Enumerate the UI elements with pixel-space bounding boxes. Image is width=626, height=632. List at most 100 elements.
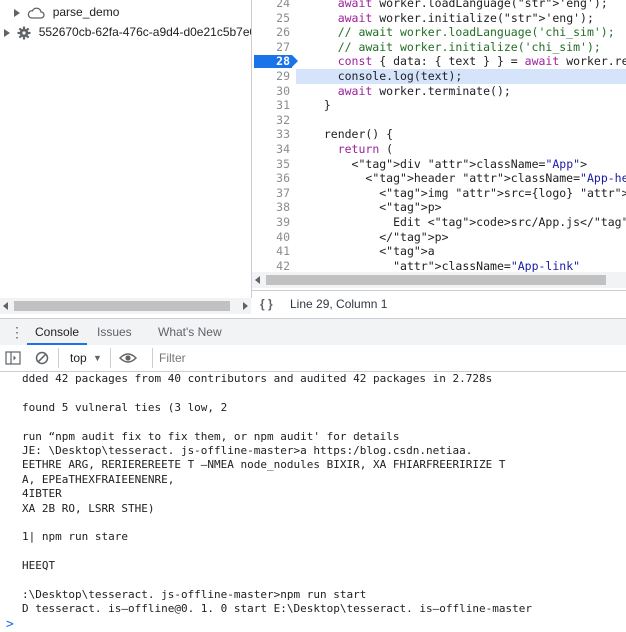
scroll-left-icon[interactable] — [3, 302, 8, 310]
scroll-thumb[interactable] — [266, 275, 606, 285]
filter-input[interactable] — [153, 348, 565, 368]
code-text: "attr">className="App-link" — [393, 258, 581, 272]
code-line[interactable]: 40 </"tag">p> — [252, 230, 626, 245]
cursor-position: Line 29, Column 1 — [290, 297, 388, 311]
line-number[interactable]: 28 — [260, 54, 290, 69]
console-message: A, EPEaTHEXFRAIEENENRE, — [22, 472, 175, 486]
tree-item-label: parse_demo — [52, 5, 120, 19]
code-text: await worker.loadLanguage("str">'eng'); — [337, 0, 608, 10]
context-selector[interactable]: top — [70, 345, 87, 371]
line-number[interactable]: 33 — [260, 127, 290, 142]
toolbar-divider — [110, 348, 111, 368]
editor-horizontal-scrollbar[interactable] — [252, 272, 626, 288]
code-line[interactable]: 35 <"tag">div "attr">className="App"> — [252, 157, 626, 172]
code-line[interactable]: 34 return ( — [252, 142, 626, 157]
pretty-print-icon[interactable]: { } — [260, 291, 273, 318]
line-number[interactable]: 38 — [260, 200, 290, 215]
tree-item-label: 552670cb-62fa-476c-a9d4-d0e21c5b7e0 — [38, 25, 257, 39]
console-toolbar: top ▼ — [0, 345, 626, 372]
console-message: D tesseract. is—offline@0. 1. 0 start E:… — [22, 602, 532, 616]
console-message: 1| npm run stare — [22, 530, 128, 544]
console-message: XA 2B RO, LSRR STHE) — [22, 501, 155, 515]
tab-whats-new[interactable]: What's New — [158, 319, 222, 345]
line-number[interactable]: 42 — [260, 259, 290, 272]
console-prompt[interactable]: > — [6, 618, 14, 632]
code-line[interactable]: 38 <"tag">p> — [252, 200, 626, 215]
code-text: <"tag">div "attr">className="App"> — [310, 156, 587, 171]
console-output[interactable]: dded 42 packages from 40 contributors an… — [0, 372, 626, 632]
line-number[interactable]: 25 — [260, 11, 290, 26]
code-line[interactable]: 37 <"tag">img "attr">src={logo} "attr">c… — [252, 186, 626, 201]
gear-icon — [17, 26, 31, 40]
line-number[interactable]: 40 — [260, 230, 290, 245]
tree-item-worker[interactable]: 552670cb-62fa-476c-a9d4-d0e21c5b7e0 — [4, 23, 256, 41]
code-text: <"tag">a — [310, 244, 435, 259]
code-line[interactable]: 33 render() { — [252, 127, 626, 142]
code-line[interactable]: 42 "attr">className="App-link" — [252, 259, 626, 272]
code-line[interactable]: 24 await worker.loadLanguage("str">'eng'… — [252, 0, 626, 11]
code-line[interactable]: 28 const { data: { text } } = await work… — [252, 54, 626, 69]
line-number[interactable]: 26 — [260, 25, 290, 40]
console-message: :\Desktop\tesseract. js-offline-master>n… — [22, 588, 367, 601]
console-message: 4IBTER — [22, 487, 62, 501]
code-line[interactable]: 31 } — [252, 98, 626, 113]
code-line[interactable]: 36 <"tag">header "attr">className="App-h… — [252, 171, 626, 186]
line-number[interactable]: 37 — [260, 186, 290, 201]
code-editor[interactable]: 24 await worker.loadLanguage("str">'eng'… — [252, 0, 626, 272]
console-message: JE: \Desktop\tesseract. js-offline-maste… — [22, 444, 473, 457]
console-message: dded 42 packages from 40 contributors an… — [22, 372, 493, 385]
console-message: HEEQT — [22, 559, 56, 573]
line-number[interactable]: 30 — [260, 84, 290, 99]
code-line[interactable]: 32 — [252, 113, 626, 128]
filter-box — [152, 348, 626, 368]
code-text: await worker.initialize("str">'eng'); — [337, 10, 594, 25]
editor-status-bar: { } Line 29, Column 1 — [252, 290, 626, 318]
line-number[interactable]: 34 — [260, 142, 290, 157]
code-text: // await worker.initialize('chi_sim'); — [310, 39, 601, 54]
code-text: await worker.terminate(); — [337, 83, 511, 98]
line-number[interactable]: 41 — [260, 244, 290, 259]
code-line[interactable]: 39 Edit <"tag">code>src/App.js</"tag">co… — [252, 215, 626, 230]
line-number[interactable]: 36 — [260, 171, 290, 186]
more-options-icon[interactable]: ⋮ — [10, 319, 24, 345]
code-text: Edit <"tag">code>src/App.js</"tag">code>… — [310, 215, 626, 229]
code-text: } — [310, 98, 331, 113]
code-text: console.log(text); — [310, 69, 463, 83]
code-text: <"tag">p> — [310, 200, 442, 215]
cloud-icon — [28, 7, 45, 19]
tree-item-parse-demo[interactable]: parse_demo — [14, 3, 119, 21]
code-line[interactable]: 29 console.log(text); — [252, 69, 626, 84]
toolbar-divider — [58, 348, 59, 368]
tab-console[interactable]: Console — [27, 319, 88, 345]
code-line[interactable]: 25 await worker.initialize("str">'eng'); — [252, 11, 626, 26]
code-line[interactable]: 27 // await worker.initialize('chi_sim')… — [252, 40, 626, 55]
code-text: <"tag">img "attr">src={logo} "attr">clas… — [310, 185, 626, 200]
line-number[interactable]: 31 — [260, 98, 290, 113]
tree-horizontal-scrollbar[interactable] — [0, 298, 251, 314]
sidebar-toggle-icon[interactable] — [5, 351, 21, 365]
line-number[interactable]: 32 — [260, 113, 290, 128]
console-message: run “npm audit fix to fix them, or npm a… — [22, 429, 400, 443]
scroll-thumb[interactable] — [14, 301, 230, 311]
line-number[interactable]: 39 — [260, 215, 290, 230]
drawer-tab-bar: ⋮ Console Issues What's New — [0, 318, 626, 346]
line-number[interactable]: 24 — [260, 0, 290, 11]
code-line[interactable]: 41 <"tag">a — [252, 244, 626, 259]
clear-console-icon[interactable] — [35, 351, 49, 365]
expand-arrow-icon[interactable] — [14, 8, 20, 17]
expand-arrow-icon[interactable] — [4, 28, 10, 37]
code-line[interactable]: 30 await worker.terminate(); — [252, 84, 626, 99]
code-text: const { data: { text } } = await worker.… — [337, 54, 626, 69]
scroll-left-icon[interactable] — [255, 276, 260, 284]
line-number[interactable]: 27 — [260, 40, 290, 55]
line-number[interactable]: 35 — [260, 157, 290, 172]
scroll-right-icon[interactable] — [243, 302, 248, 310]
line-number[interactable]: 29 — [260, 69, 290, 84]
console-message: EETHRE ARG, RERIEREREETE T —NMEA node_no… — [22, 458, 506, 472]
code-text: <"tag">header "attr">className="App-head… — [310, 171, 626, 186]
tab-issues[interactable]: Issues — [97, 319, 132, 345]
eye-icon[interactable] — [119, 352, 137, 364]
code-line[interactable]: 26 // await worker.loadLanguage('chi_sim… — [252, 25, 626, 40]
code-text: // await worker.loadLanguage('chi_sim'); — [310, 25, 615, 40]
chevron-down-icon[interactable]: ▼ — [93, 345, 102, 371]
